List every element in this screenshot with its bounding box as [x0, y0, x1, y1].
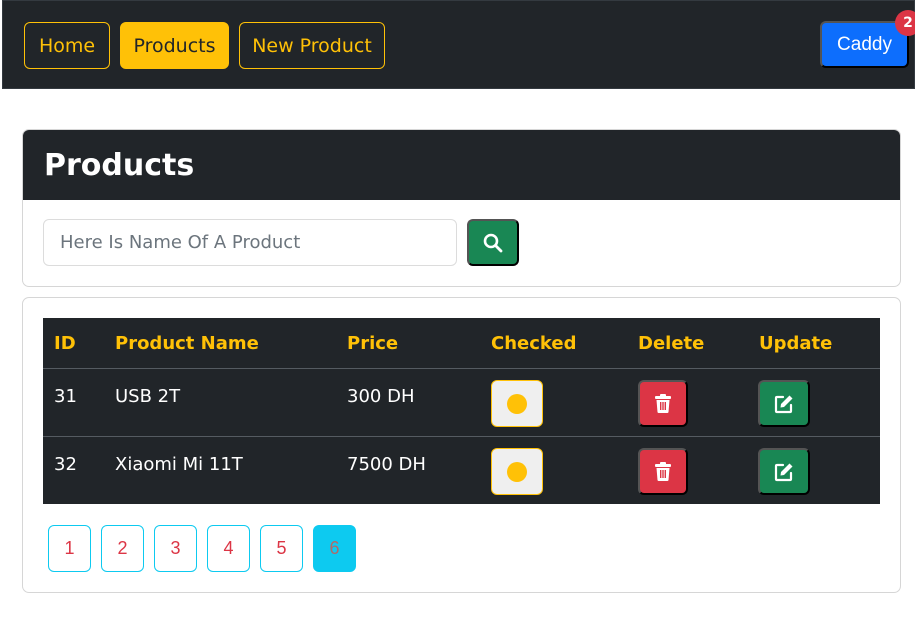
update-button[interactable]: [758, 448, 810, 495]
row-id: 32: [54, 454, 77, 475]
search-icon: [483, 233, 503, 252]
header-price: Price: [347, 333, 399, 354]
page-button-1[interactable]: 1: [48, 525, 91, 572]
search-button[interactable]: [467, 219, 519, 266]
nav-products-button[interactable]: Products: [120, 22, 229, 69]
check-button[interactable]: [491, 380, 543, 427]
row-price: 7500 DH: [347, 454, 426, 475]
header-product-name: Product Name: [115, 333, 259, 354]
top-navbar: Home Products New Product: [2, 0, 915, 89]
check-button[interactable]: [491, 448, 543, 495]
pagination: 1 2 3 4 5 6: [48, 525, 356, 572]
table-row: 32 Xiaomi Mi 11T 7500 DH: [43, 436, 880, 504]
edit-icon: [774, 395, 793, 413]
update-button[interactable]: [758, 380, 810, 427]
product-search-input[interactable]: [43, 219, 457, 266]
page-button-3[interactable]: 3: [154, 525, 197, 572]
circle-icon: [507, 393, 527, 414]
page-button-6[interactable]: 6: [313, 525, 356, 572]
table-header-row: ID Product Name Price Checked Delete Upd…: [43, 318, 880, 368]
edit-icon: [774, 463, 793, 481]
delete-button[interactable]: [638, 448, 688, 495]
nav-new-product-button[interactable]: New Product: [239, 22, 385, 69]
trash-icon: [655, 394, 671, 413]
page-button-4[interactable]: 4: [207, 525, 250, 572]
page-title: Products: [23, 130, 900, 200]
search-card: Products: [22, 129, 901, 287]
header-id: ID: [54, 333, 76, 354]
header-update: Update: [759, 333, 833, 354]
delete-button[interactable]: [638, 380, 688, 427]
page-button-2[interactable]: 2: [101, 525, 144, 572]
trash-icon: [655, 462, 671, 481]
row-id: 31: [54, 386, 77, 407]
products-table: ID Product Name Price Checked Delete Upd…: [43, 318, 880, 504]
nav-home-button[interactable]: Home: [24, 22, 110, 69]
row-price: 300 DH: [347, 386, 415, 407]
page-button-5[interactable]: 5: [260, 525, 303, 572]
circle-icon: [507, 461, 527, 482]
caddy-count-badge: 2: [895, 10, 915, 36]
products-table-card: ID Product Name Price Checked Delete Upd…: [22, 297, 901, 593]
row-product-name: Xiaomi Mi 11T: [115, 454, 243, 475]
header-delete: Delete: [638, 333, 705, 354]
header-checked: Checked: [491, 333, 577, 354]
table-row: 31 USB 2T 300 DH: [43, 368, 880, 436]
row-product-name: USB 2T: [115, 386, 181, 407]
